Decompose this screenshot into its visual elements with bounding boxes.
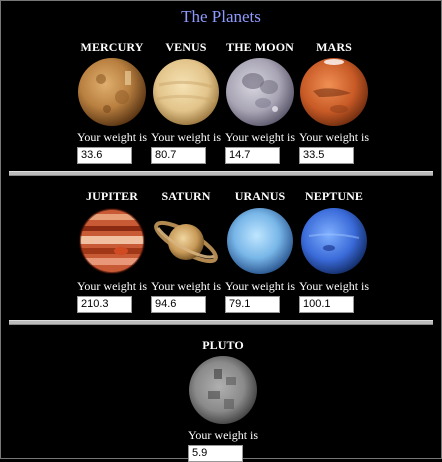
weight-field-venus[interactable]: 80.7 — [151, 147, 206, 164]
section-divider-2 — [9, 320, 433, 325]
weight-field-saturn[interactable]: 94.6 — [151, 296, 206, 313]
weight-field-mars[interactable]: 33.5 — [299, 147, 354, 164]
pluto-image — [188, 355, 258, 425]
uranus-image — [225, 206, 295, 276]
weight-field-neptune[interactable]: 100.1 — [299, 296, 354, 313]
weight-field-pluto[interactable]: 5.9 — [188, 445, 243, 462]
weight-label-mars: Your weight is — [298, 130, 370, 144]
moon-image — [225, 57, 295, 127]
weight-field-moon[interactable]: 14.7 — [225, 147, 280, 164]
planet-mars: MARS Your weight is 33.5 — [291, 40, 377, 164]
section-divider-1 — [9, 171, 433, 176]
mars-image — [299, 57, 369, 127]
planet-neptune: NEPTUNE Your weight is 100.1 — [291, 189, 377, 313]
planet-name-pluto: PLUTO — [202, 338, 244, 352]
page-frame: The Planets MERCURY Your weight is 33.6 … — [0, 0, 442, 462]
weight-field-mercury[interactable]: 33.6 — [77, 147, 132, 164]
saturn-image — [151, 206, 221, 276]
neptune-image — [299, 206, 369, 276]
mercury-image — [77, 57, 147, 127]
weight-label-neptune: Your weight is — [298, 279, 370, 293]
planet-pluto: PLUTO Your weight is 5.9 — [180, 338, 266, 462]
planet-name-neptune: NEPTUNE — [304, 189, 364, 203]
jupiter-image — [77, 206, 147, 276]
planet-name-mars: MARS — [316, 40, 352, 54]
page-title: The Planets — [181, 7, 261, 26]
venus-image — [151, 57, 221, 127]
weight-field-uranus[interactable]: 79.1 — [225, 296, 280, 313]
weight-field-jupiter[interactable]: 210.3 — [77, 296, 132, 313]
weight-label-pluto: Your weight is — [187, 428, 259, 442]
